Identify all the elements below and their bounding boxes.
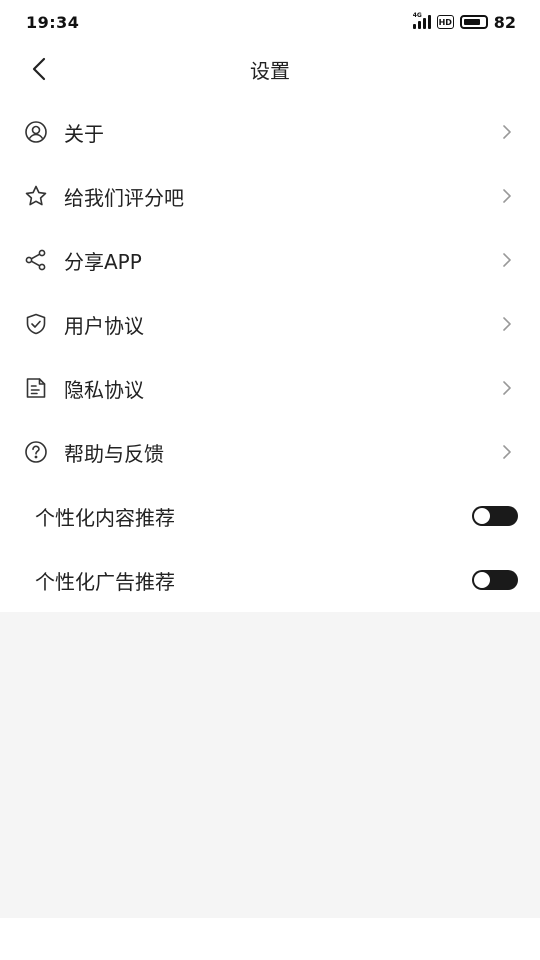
status-bar: 19:34 4G HD 82: [0, 0, 540, 44]
menu-item-label: 帮助与反馈: [64, 441, 164, 466]
menu-item-label: 用户协议: [64, 313, 144, 338]
chevron-right-icon: [500, 443, 514, 461]
menu-item-rate[interactable]: 给我们评分吧: [0, 164, 540, 228]
empty-background-area: [0, 612, 540, 918]
chevron-right-icon: [500, 187, 514, 205]
star-outline-icon: [24, 184, 48, 208]
document-icon: [24, 376, 48, 400]
chevron-right-icon: [500, 251, 514, 269]
personalized-ads-toggle[interactable]: [472, 570, 518, 590]
menu-item-about[interactable]: 关于: [0, 100, 540, 164]
toggle-knob: [474, 508, 490, 524]
toggle-row-personalized-content: 个性化内容推荐: [0, 484, 540, 548]
menu-item-label: 关于: [64, 121, 104, 146]
help-circle-icon: [24, 440, 48, 464]
settings-list: 关于 给我们评分吧 分享APP 用户协议 隐私协议 帮助与反馈 个性化内容推荐 …: [0, 100, 540, 612]
menu-item-share[interactable]: 分享APP: [0, 228, 540, 292]
back-button[interactable]: [24, 54, 54, 84]
menu-item-label: 隐私协议: [64, 377, 144, 402]
share-icon: [24, 248, 48, 272]
chevron-left-icon: [32, 57, 46, 81]
status-time: 19:34: [26, 12, 80, 32]
toggle-knob: [474, 572, 490, 588]
network-type: 4G: [412, 12, 422, 19]
battery-icon: [459, 15, 488, 29]
shield-check-icon: [24, 312, 48, 336]
menu-item-privacy-policy[interactable]: 隐私协议: [0, 356, 540, 420]
battery-level: 82: [493, 12, 516, 32]
hd-icon: HD: [436, 15, 454, 29]
menu-item-help-feedback[interactable]: 帮助与反馈: [0, 420, 540, 484]
nav-bar: 设置: [0, 44, 540, 94]
toggle-label: 个性化广告推荐: [35, 569, 175, 594]
chevron-right-icon: [500, 379, 514, 397]
signal-icon: 4G: [412, 12, 431, 29]
user-circle-icon: [24, 120, 48, 144]
chevron-right-icon: [500, 123, 514, 141]
personalized-content-toggle[interactable]: [472, 506, 518, 526]
menu-item-label: 分享APP: [64, 249, 142, 274]
menu-item-label: 给我们评分吧: [64, 185, 184, 210]
status-icons: 4G HD 82: [412, 12, 516, 32]
page-title: 设置: [250, 58, 290, 83]
menu-item-user-agreement[interactable]: 用户协议: [0, 292, 540, 356]
toggle-label: 个性化内容推荐: [35, 505, 175, 530]
toggle-row-personalized-ads: 个性化广告推荐: [0, 548, 540, 612]
chevron-right-icon: [500, 315, 514, 333]
